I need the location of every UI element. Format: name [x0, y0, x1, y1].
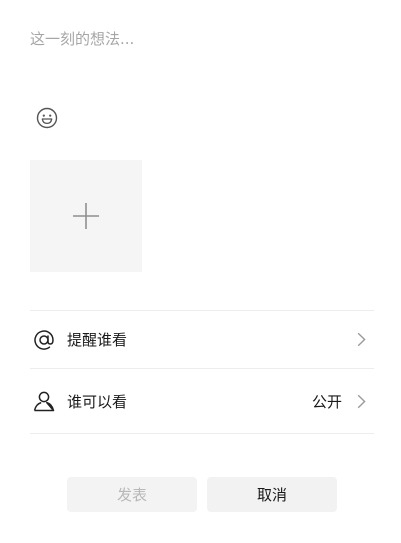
divider [30, 433, 374, 434]
mention-row[interactable]: 提醒谁看 [30, 311, 374, 368]
emoji-button[interactable] [35, 106, 59, 130]
options-list: 提醒谁看 谁可以看 公开 [30, 310, 374, 434]
smiley-face-icon [36, 107, 58, 129]
mention-label: 提醒谁看 [67, 331, 128, 349]
cancel-button[interactable]: 取消 [207, 477, 337, 512]
person-icon [31, 388, 57, 414]
visibility-row[interactable]: 谁可以看 公开 [30, 369, 374, 433]
plus-icon [73, 203, 99, 229]
moment-text-input[interactable] [30, 28, 370, 88]
chevron-right-icon [356, 393, 366, 409]
visibility-label: 谁可以看 [67, 392, 128, 411]
add-photo-button[interactable] [30, 160, 142, 272]
publish-button[interactable]: 发表 [67, 477, 197, 512]
visibility-value: 公开 [311, 392, 342, 411]
chevron-right-icon [356, 332, 366, 348]
at-sign-icon [31, 327, 57, 353]
